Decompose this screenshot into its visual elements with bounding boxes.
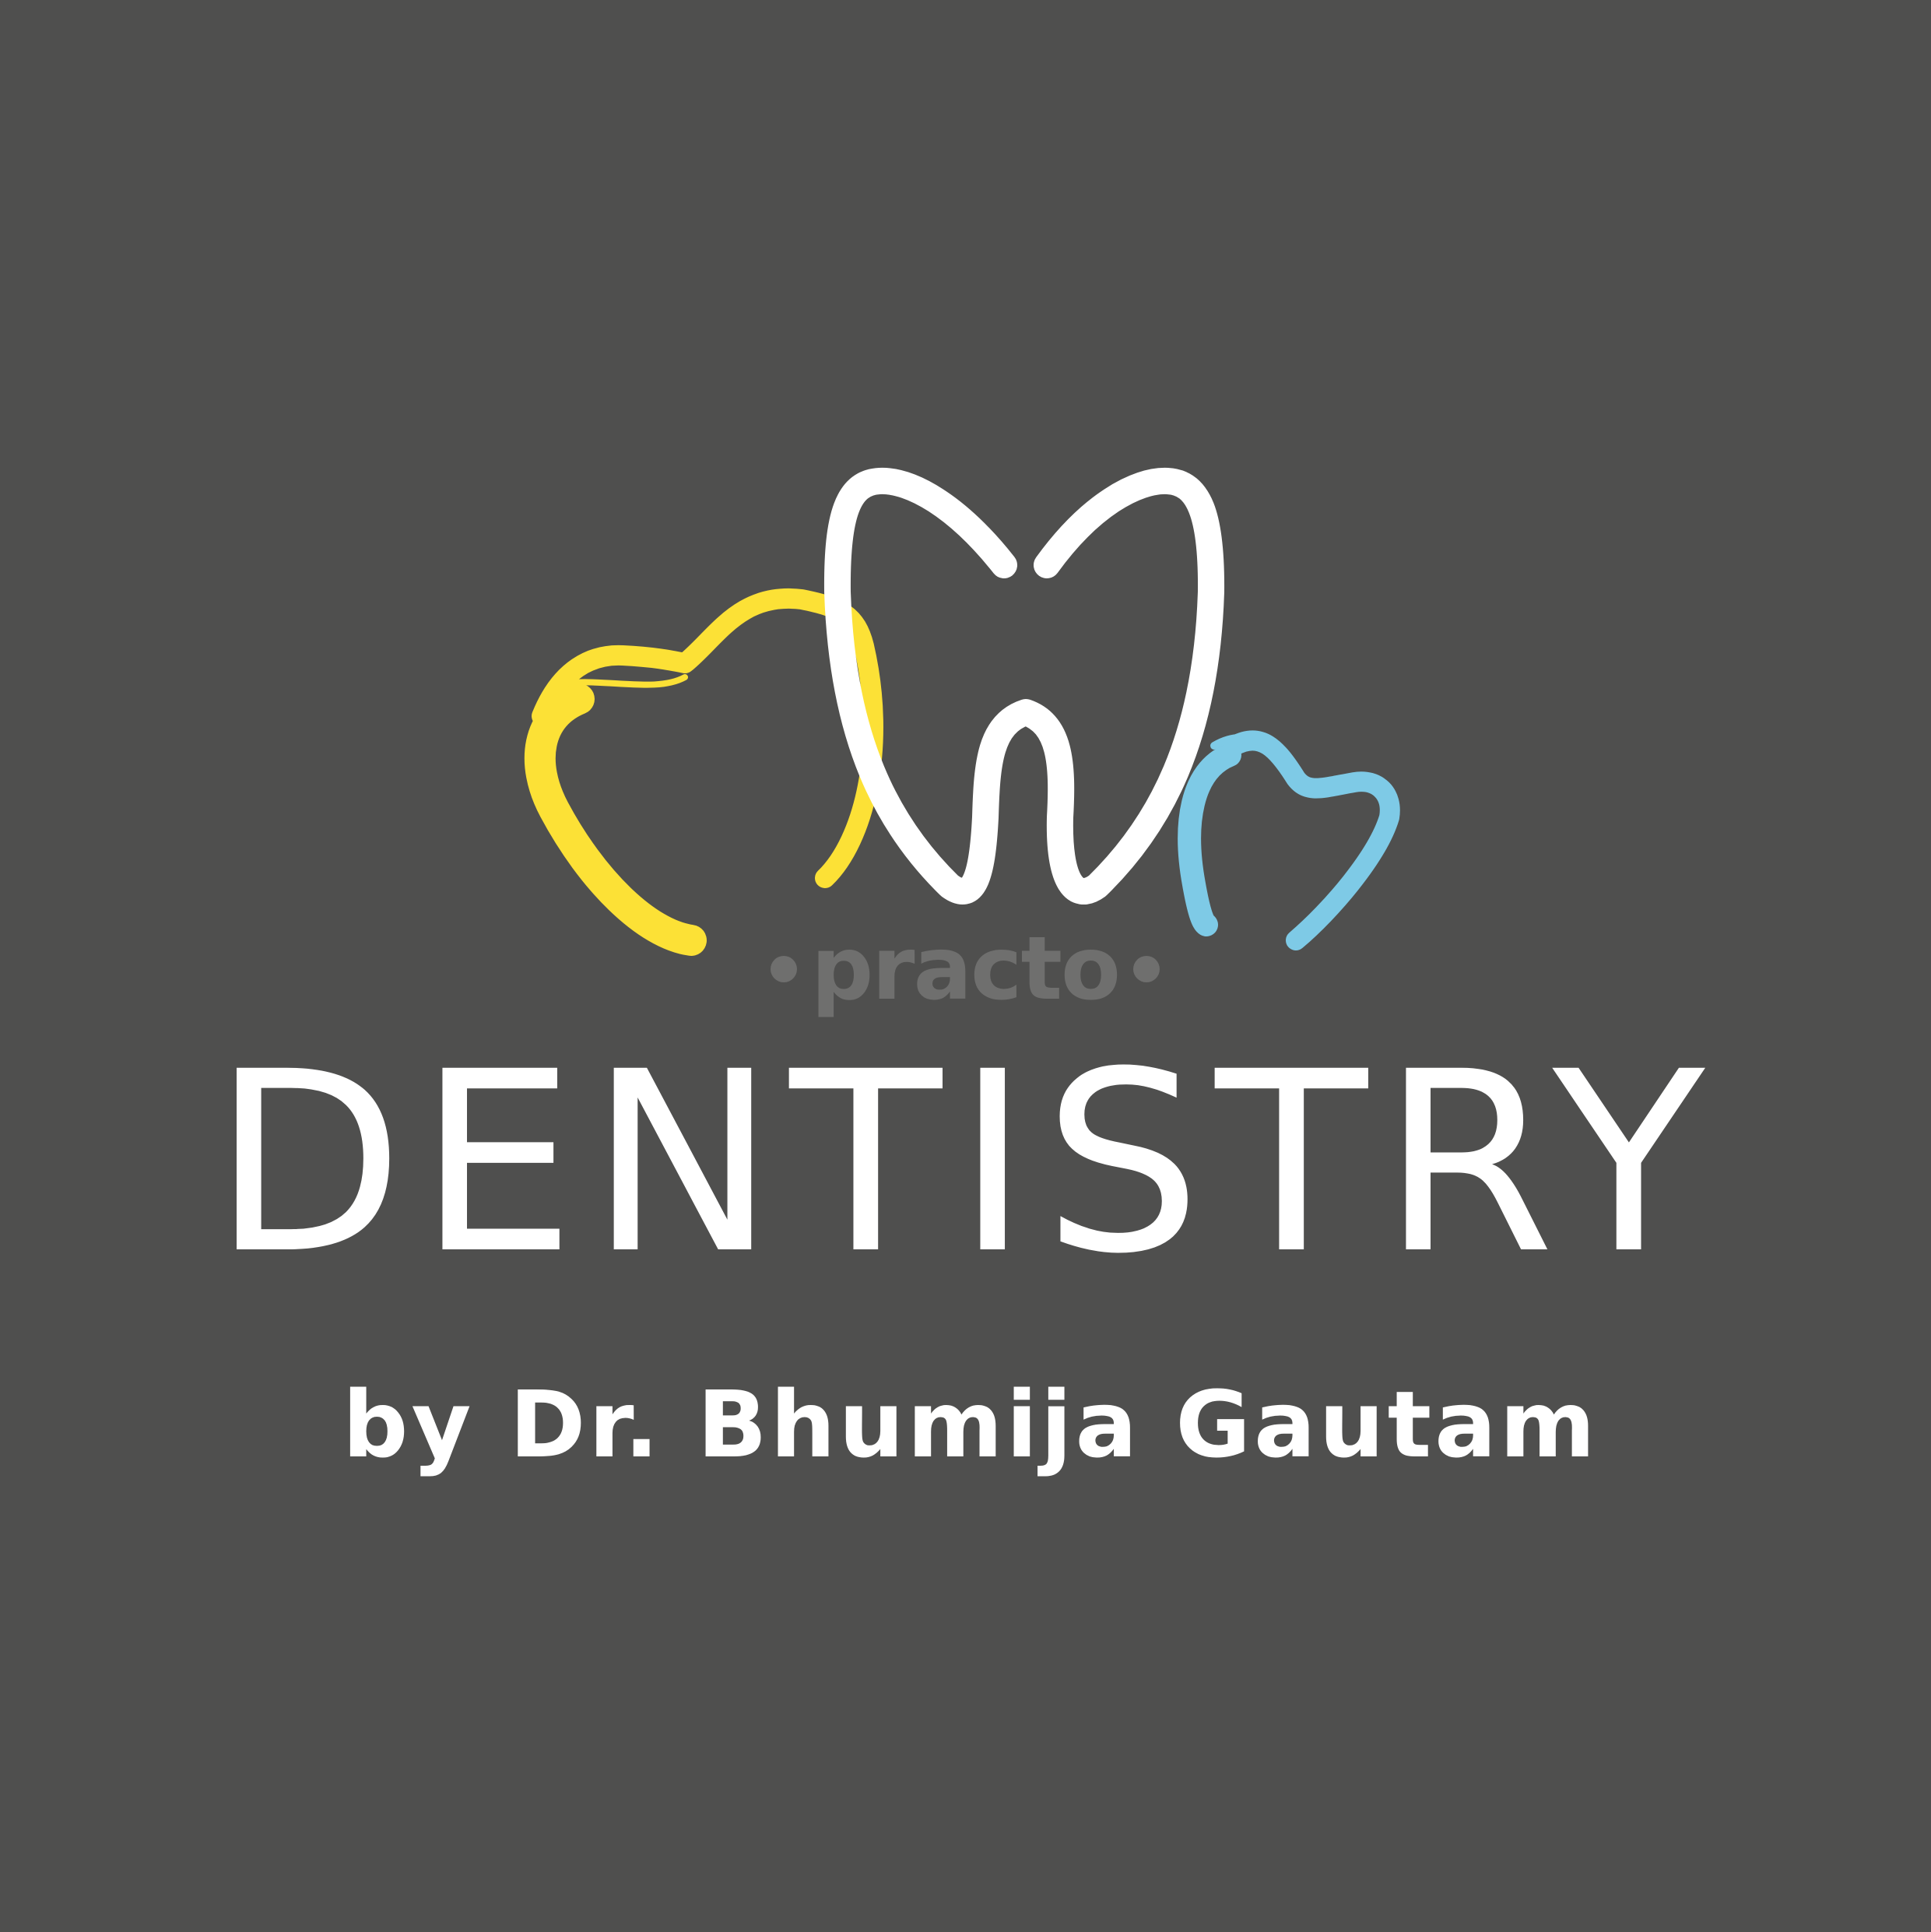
- watermark: practo: [771, 919, 1160, 1020]
- brand-title: DENTISTRY: [212, 1019, 1719, 1308]
- yellow-tooth-outline-icon: [524, 588, 883, 956]
- watermark-text: practo: [811, 919, 1121, 1020]
- white-tooth-outline-icon: [823, 467, 1225, 905]
- logo-canvas: practo DENTISTRY by Dr. Bhumija Gautam: [0, 0, 1931, 1932]
- brand-subtitle: by Dr. Bhumija Gautam: [342, 1371, 1599, 1478]
- watermark-dot-right: [1132, 956, 1160, 982]
- blue-tooth-outline-icon: [1178, 730, 1400, 950]
- watermark-dot-left: [771, 956, 798, 982]
